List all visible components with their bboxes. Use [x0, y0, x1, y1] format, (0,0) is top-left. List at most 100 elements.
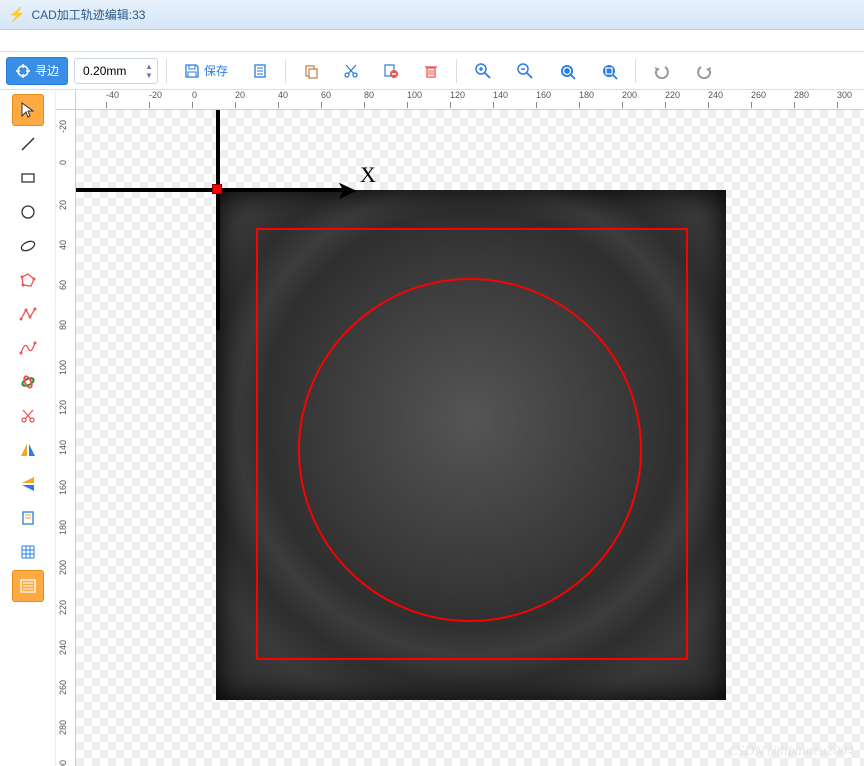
trash-icon — [423, 63, 439, 79]
redo-button[interactable] — [686, 57, 722, 85]
save-icon — [184, 63, 200, 79]
mirror-v-tool[interactable] — [12, 434, 44, 466]
ruler-tick: 280 — [58, 720, 68, 735]
ruler-vertical[interactable]: -200204060801001201401601802002202402602… — [56, 110, 76, 766]
ruler-tick: 220 — [58, 600, 68, 615]
mirror-h-tool[interactable] — [12, 468, 44, 500]
mirror-h-icon — [19, 475, 37, 493]
ruler-tick: 20 — [58, 200, 68, 210]
cursor-icon — [19, 101, 37, 119]
line-tool[interactable] — [12, 128, 44, 160]
ruler-tick: 0 — [192, 90, 197, 100]
zoom-out-button[interactable] — [507, 57, 543, 85]
zoom-actual-icon — [600, 62, 618, 80]
ruler-tick: 40 — [278, 90, 288, 100]
scissors-icon — [343, 63, 359, 79]
zoom-in-button[interactable] — [465, 57, 501, 85]
trash-button[interactable] — [414, 57, 448, 85]
rect-icon — [19, 169, 37, 187]
rotate-icon — [19, 373, 37, 391]
page-icon — [19, 509, 37, 527]
ruler-tick: 80 — [364, 90, 374, 100]
ruler-tick: 160 — [536, 90, 551, 100]
delete-node-icon — [383, 63, 399, 79]
ellipse-tool[interactable] — [12, 230, 44, 262]
ruler-horizontal[interactable]: -40-200204060801001201401601802002202402… — [76, 90, 864, 110]
separator — [635, 59, 636, 83]
stroke-width-input[interactable] — [83, 64, 139, 78]
ruler-tick: 80 — [58, 320, 68, 330]
canvas-viewport[interactable]: ➤ X — [76, 110, 864, 766]
line-icon — [19, 135, 37, 153]
redo-icon — [695, 62, 713, 80]
ruler-tick: 240 — [708, 90, 723, 100]
ruler-tick: 200 — [58, 560, 68, 575]
zoom-in-icon — [474, 62, 492, 80]
ruler-tick: 140 — [493, 90, 508, 100]
separator — [166, 59, 167, 83]
ruler-tick: 300 — [837, 90, 852, 100]
stroke-width-stepper[interactable]: ▲▼ — [74, 58, 158, 84]
ruler-tick: 200 — [622, 90, 637, 100]
window-title: CAD加工轨迹编辑:33 — [31, 6, 145, 23]
polyline-tool[interactable] — [12, 298, 44, 330]
undo-button[interactable] — [644, 57, 680, 85]
delete-node-button[interactable] — [374, 57, 408, 85]
ruler-tick: 180 — [58, 520, 68, 535]
ruler-tick: 280 — [794, 90, 809, 100]
ruler-tick: 120 — [58, 400, 68, 415]
grid-tool[interactable] — [12, 536, 44, 568]
rotate-tool[interactable] — [12, 366, 44, 398]
polyline-icon — [19, 305, 37, 323]
ruler-tick: 240 — [58, 640, 68, 655]
ruler-tick: 60 — [321, 90, 331, 100]
list-tool[interactable] — [12, 570, 44, 602]
ruler-tick: 260 — [751, 90, 766, 100]
save-button[interactable]: 保存 — [175, 57, 237, 85]
curve-tool[interactable] — [12, 332, 44, 364]
stepper-arrows[interactable]: ▲▼ — [145, 62, 153, 80]
ruler-tick: -20 — [149, 90, 162, 100]
circle-tool[interactable] — [12, 196, 44, 228]
ruler-tick: 20 — [235, 90, 245, 100]
paste-icon — [303, 63, 319, 79]
select-tool[interactable] — [12, 94, 44, 126]
find-edge-button[interactable]: 寻边 — [6, 57, 68, 85]
polygon-tool[interactable] — [12, 264, 44, 296]
ruler-tick: 300 — [58, 760, 68, 766]
mirror-v-icon — [19, 441, 37, 459]
scissor-cut-tool[interactable] — [12, 400, 44, 432]
circle-icon — [19, 203, 37, 221]
zoom-fit-button[interactable] — [549, 57, 585, 85]
find-edge-label: 寻边 — [35, 62, 59, 79]
polygon-icon — [19, 271, 37, 289]
ruler-corner — [56, 90, 76, 110]
ruler-tick: 260 — [58, 680, 68, 695]
rect-tool[interactable] — [12, 162, 44, 194]
x-axis-line — [76, 188, 346, 192]
origin-marker[interactable] — [212, 184, 222, 194]
curve-icon — [19, 339, 37, 357]
ruler-tick: 220 — [665, 90, 680, 100]
document-button[interactable] — [243, 57, 277, 85]
titlebar: ⚡ CAD加工轨迹编辑:33 — [0, 0, 864, 30]
ruler-tick: 100 — [58, 360, 68, 375]
ruler-tick: 180 — [579, 90, 594, 100]
tool-palette — [0, 90, 56, 766]
grid-icon — [19, 543, 37, 561]
target-icon — [15, 63, 31, 79]
page-tool[interactable] — [12, 502, 44, 534]
paste-button[interactable] — [294, 57, 328, 85]
zoom-actual-button[interactable] — [591, 57, 627, 85]
ruler-tick: 60 — [58, 280, 68, 290]
save-label: 保存 — [204, 62, 228, 79]
cut-button[interactable] — [334, 57, 368, 85]
ruler-tick: -20 — [58, 120, 68, 133]
canvas-area: -40-200204060801001201401601802002202402… — [56, 90, 864, 766]
ruler-tick: 0 — [58, 160, 68, 165]
x-axis-arrow: ➤ — [336, 175, 358, 206]
red-circle-path[interactable] — [298, 278, 642, 622]
toolbar: 寻边 ▲▼ 保存 — [0, 52, 864, 90]
ruler-tick: 120 — [450, 90, 465, 100]
undo-icon — [653, 62, 671, 80]
